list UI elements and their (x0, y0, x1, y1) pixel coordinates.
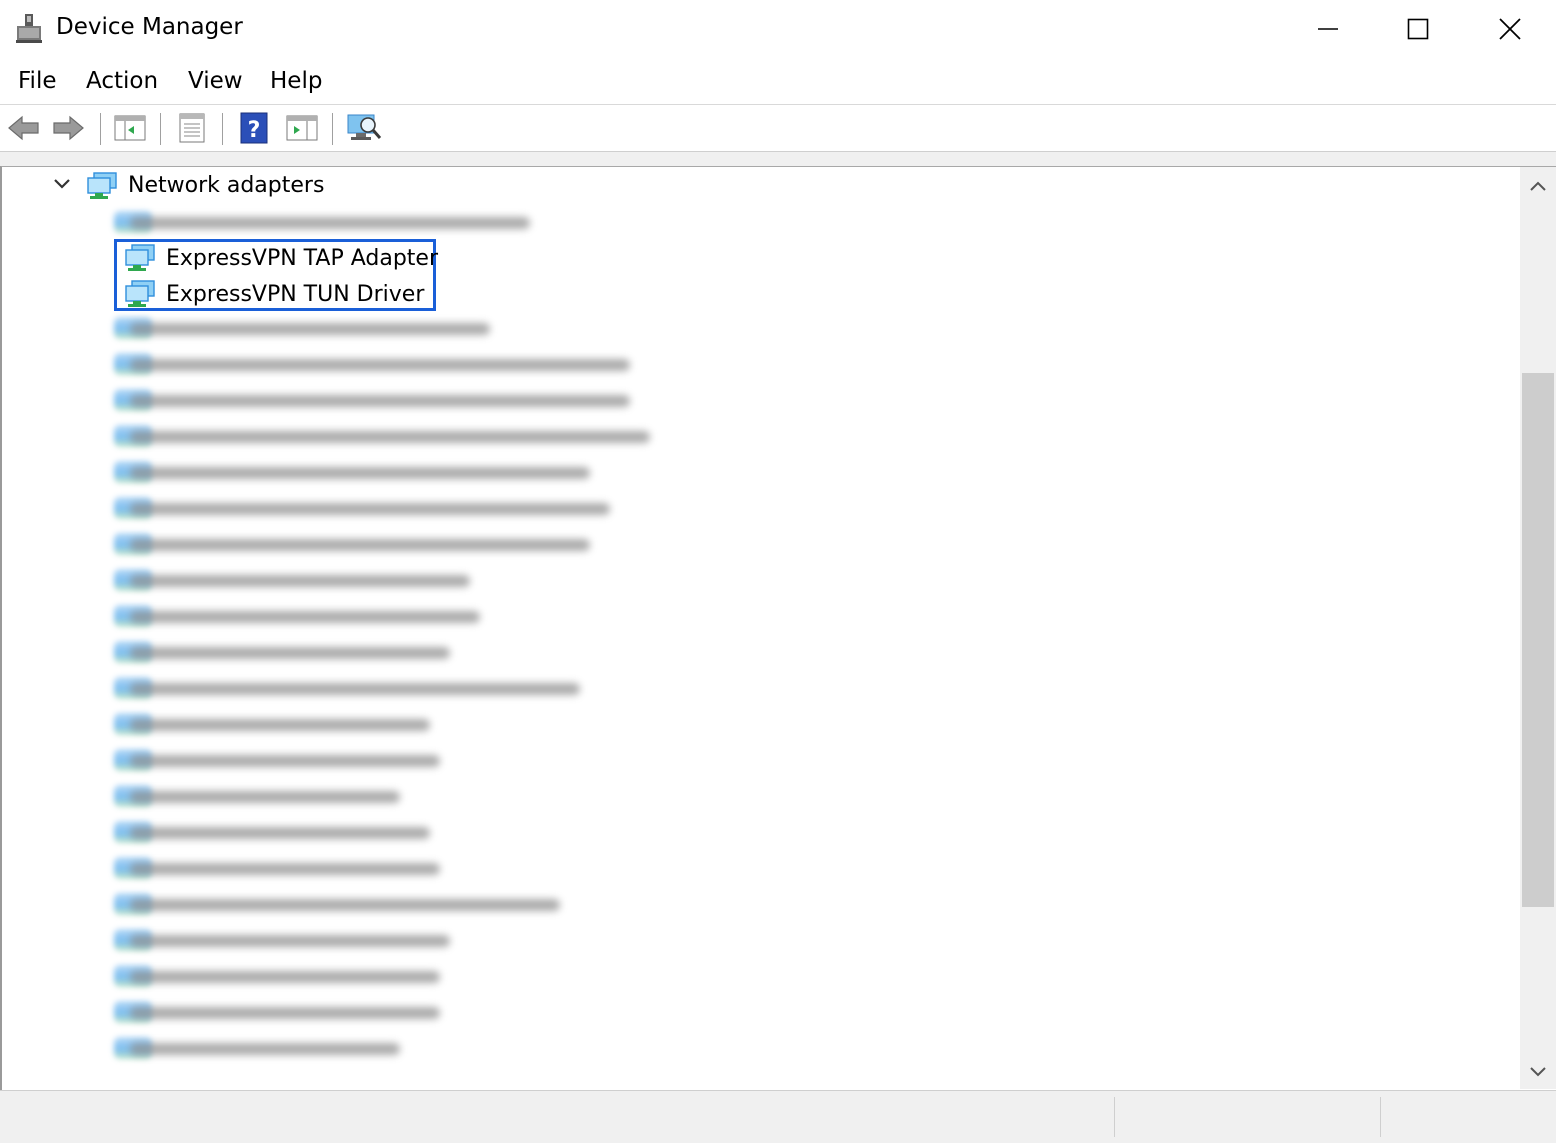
device-tree[interactable]: Network adapters ExpressVPN TAP Adapter … (0, 166, 1556, 1090)
scan-hardware-changes-icon (347, 114, 382, 140)
back-arrow-icon (8, 115, 39, 141)
show-hide-console-tree-button[interactable] (112, 111, 148, 145)
redacted-text (130, 719, 430, 731)
redacted-text (130, 971, 440, 983)
redacted-text (130, 863, 440, 875)
close-button[interactable] (1464, 0, 1556, 58)
device-label: ExpressVPN TAP Adapter (166, 245, 438, 271)
action-pane-icon (286, 115, 318, 141)
menu-help[interactable]: Help (270, 68, 322, 94)
redacted-device-item (114, 677, 584, 699)
redacted-device-item (114, 389, 634, 411)
redacted-text (130, 503, 610, 515)
redacted-device-item (114, 1001, 444, 1023)
redacted-device-item (114, 821, 434, 843)
title-bar: Device Manager (0, 0, 1556, 58)
menu-action[interactable]: Action (86, 68, 158, 94)
redacted-device-item (114, 211, 534, 233)
menu-view[interactable]: View (188, 68, 243, 94)
status-panel (1114, 1097, 1381, 1137)
status-bar (0, 1090, 1556, 1143)
scroll-down-button[interactable] (1520, 1055, 1556, 1089)
device-label: ExpressVPN TUN Driver (166, 281, 425, 307)
network-adapter-icon (125, 280, 155, 307)
redacted-device-item (114, 749, 444, 771)
help-button[interactable]: ? (236, 111, 272, 145)
menu-bar: File Action View Help (0, 58, 1556, 105)
device-manager-icon (16, 14, 42, 43)
properties-button[interactable] (174, 111, 210, 145)
redacted-device-item (114, 425, 654, 447)
back-button[interactable] (6, 111, 42, 145)
redacted-device-item (114, 605, 484, 627)
chevron-up-icon (1530, 181, 1546, 191)
redacted-text (130, 683, 580, 695)
minimize-icon (1318, 28, 1338, 30)
forward-button[interactable] (50, 111, 86, 145)
redacted-text (130, 1007, 440, 1019)
status-panel (1380, 1097, 1556, 1137)
close-icon (1499, 18, 1521, 40)
tree-category-network-adapters[interactable]: Network adapters (2, 167, 602, 201)
redacted-text (130, 575, 470, 587)
maximize-button[interactable] (1372, 0, 1464, 58)
scan-hardware-changes-button[interactable] (346, 111, 382, 145)
redacted-text (130, 827, 430, 839)
redacted-text (130, 935, 450, 947)
redacted-text (130, 431, 650, 443)
redacted-text (130, 323, 490, 335)
menu-file[interactable]: File (18, 68, 57, 94)
vertical-scrollbar[interactable] (1520, 167, 1556, 1089)
redacted-text (130, 611, 480, 623)
minimize-button[interactable] (1282, 0, 1374, 58)
properties-icon (179, 113, 205, 143)
toolbar: ? (0, 105, 1556, 152)
chevron-down-icon[interactable] (52, 177, 72, 191)
redacted-device-item (114, 461, 594, 483)
redacted-device-item (114, 857, 444, 879)
redacted-device-item (114, 317, 494, 339)
redacted-device-item (114, 353, 634, 375)
redacted-text (130, 539, 590, 551)
redacted-device-item (114, 569, 474, 591)
redacted-text (130, 395, 630, 407)
redacted-device-item (114, 929, 454, 951)
chevron-down-icon (1530, 1067, 1546, 1077)
show-hide-console-tree-icon (114, 115, 146, 141)
network-adapter-icon (125, 244, 155, 271)
redacted-text (130, 467, 590, 479)
redacted-device-item (114, 641, 454, 663)
redacted-text (130, 647, 450, 659)
redacted-device-item (114, 1037, 404, 1059)
scrollbar-thumb[interactable] (1522, 373, 1554, 907)
tree-item-expressvpn-tap-adapter[interactable]: ExpressVPN TAP Adapter (124, 241, 438, 275)
maximize-icon (1407, 18, 1429, 40)
redacted-text (130, 359, 630, 371)
tree-item-expressvpn-tun-driver[interactable]: ExpressVPN TUN Driver (124, 277, 424, 311)
svg-text:?: ? (248, 118, 261, 143)
redacted-text (130, 1043, 400, 1055)
redacted-text (130, 755, 440, 767)
toolbar-separator (332, 113, 333, 145)
toolbar-separator (160, 113, 161, 145)
network-adapter-icon (87, 172, 117, 199)
redacted-device-item (114, 713, 434, 735)
toolbar-separator (222, 113, 223, 145)
help-icon: ? (240, 112, 268, 144)
window-title: Device Manager (56, 14, 243, 40)
redacted-text (130, 899, 560, 911)
forward-arrow-icon (53, 115, 84, 141)
redacted-device-item (114, 893, 564, 915)
category-label: Network adapters (128, 173, 325, 198)
toolbar-separator (100, 113, 101, 145)
redacted-device-item (114, 785, 404, 807)
scroll-up-button[interactable] (1520, 169, 1556, 203)
redacted-text (130, 791, 400, 803)
toolbar-gap (0, 152, 1556, 166)
redacted-device-item (114, 533, 594, 555)
action-pane-button[interactable] (284, 111, 320, 145)
redacted-device-item (114, 497, 614, 519)
redacted-text (130, 217, 530, 229)
redacted-device-item (114, 965, 444, 987)
